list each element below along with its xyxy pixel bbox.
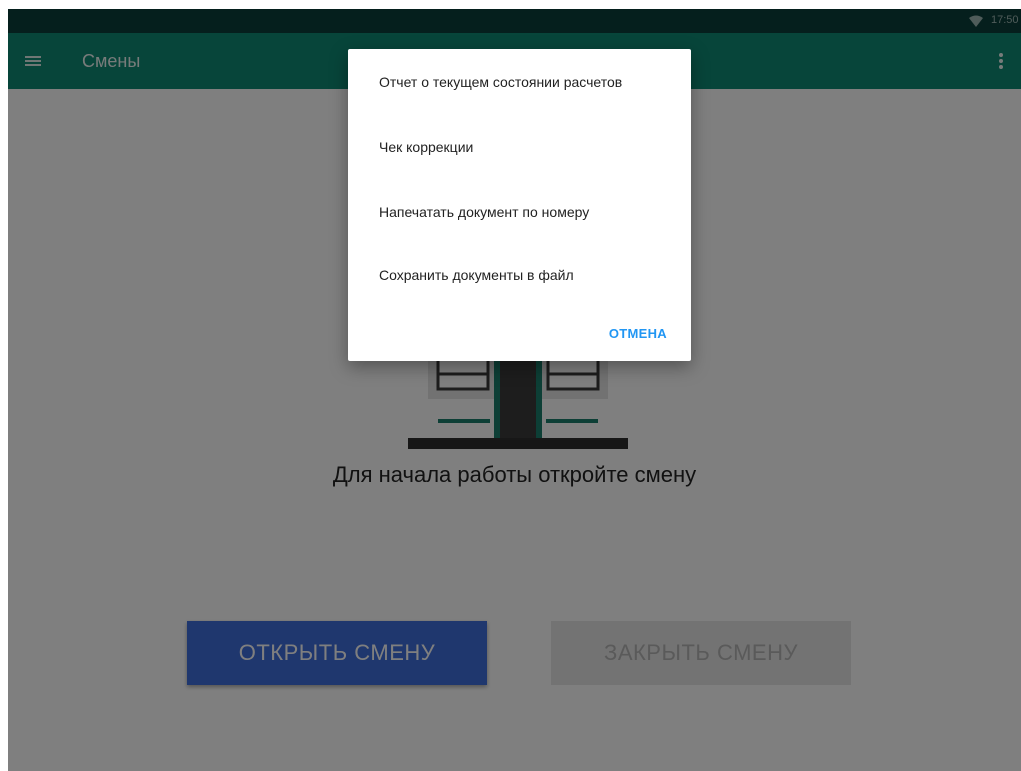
device-screen: 17:50 Смены Для начала работы откройте с…	[8, 9, 1021, 771]
menu-item-save-to-file[interactable]: Сохранить документы в файл	[379, 267, 574, 283]
cancel-button[interactable]: ОТМЕНА	[609, 326, 667, 341]
menu-item-correction-receipt[interactable]: Чек коррекции	[379, 139, 473, 155]
actions-dialog: Отчет о текущем состоянии расчетов Чек к…	[348, 49, 691, 361]
menu-item-print-by-number[interactable]: Напечатать документ по номеру	[379, 204, 589, 220]
menu-item-settlement-report[interactable]: Отчет о текущем состоянии расчетов	[379, 74, 622, 90]
